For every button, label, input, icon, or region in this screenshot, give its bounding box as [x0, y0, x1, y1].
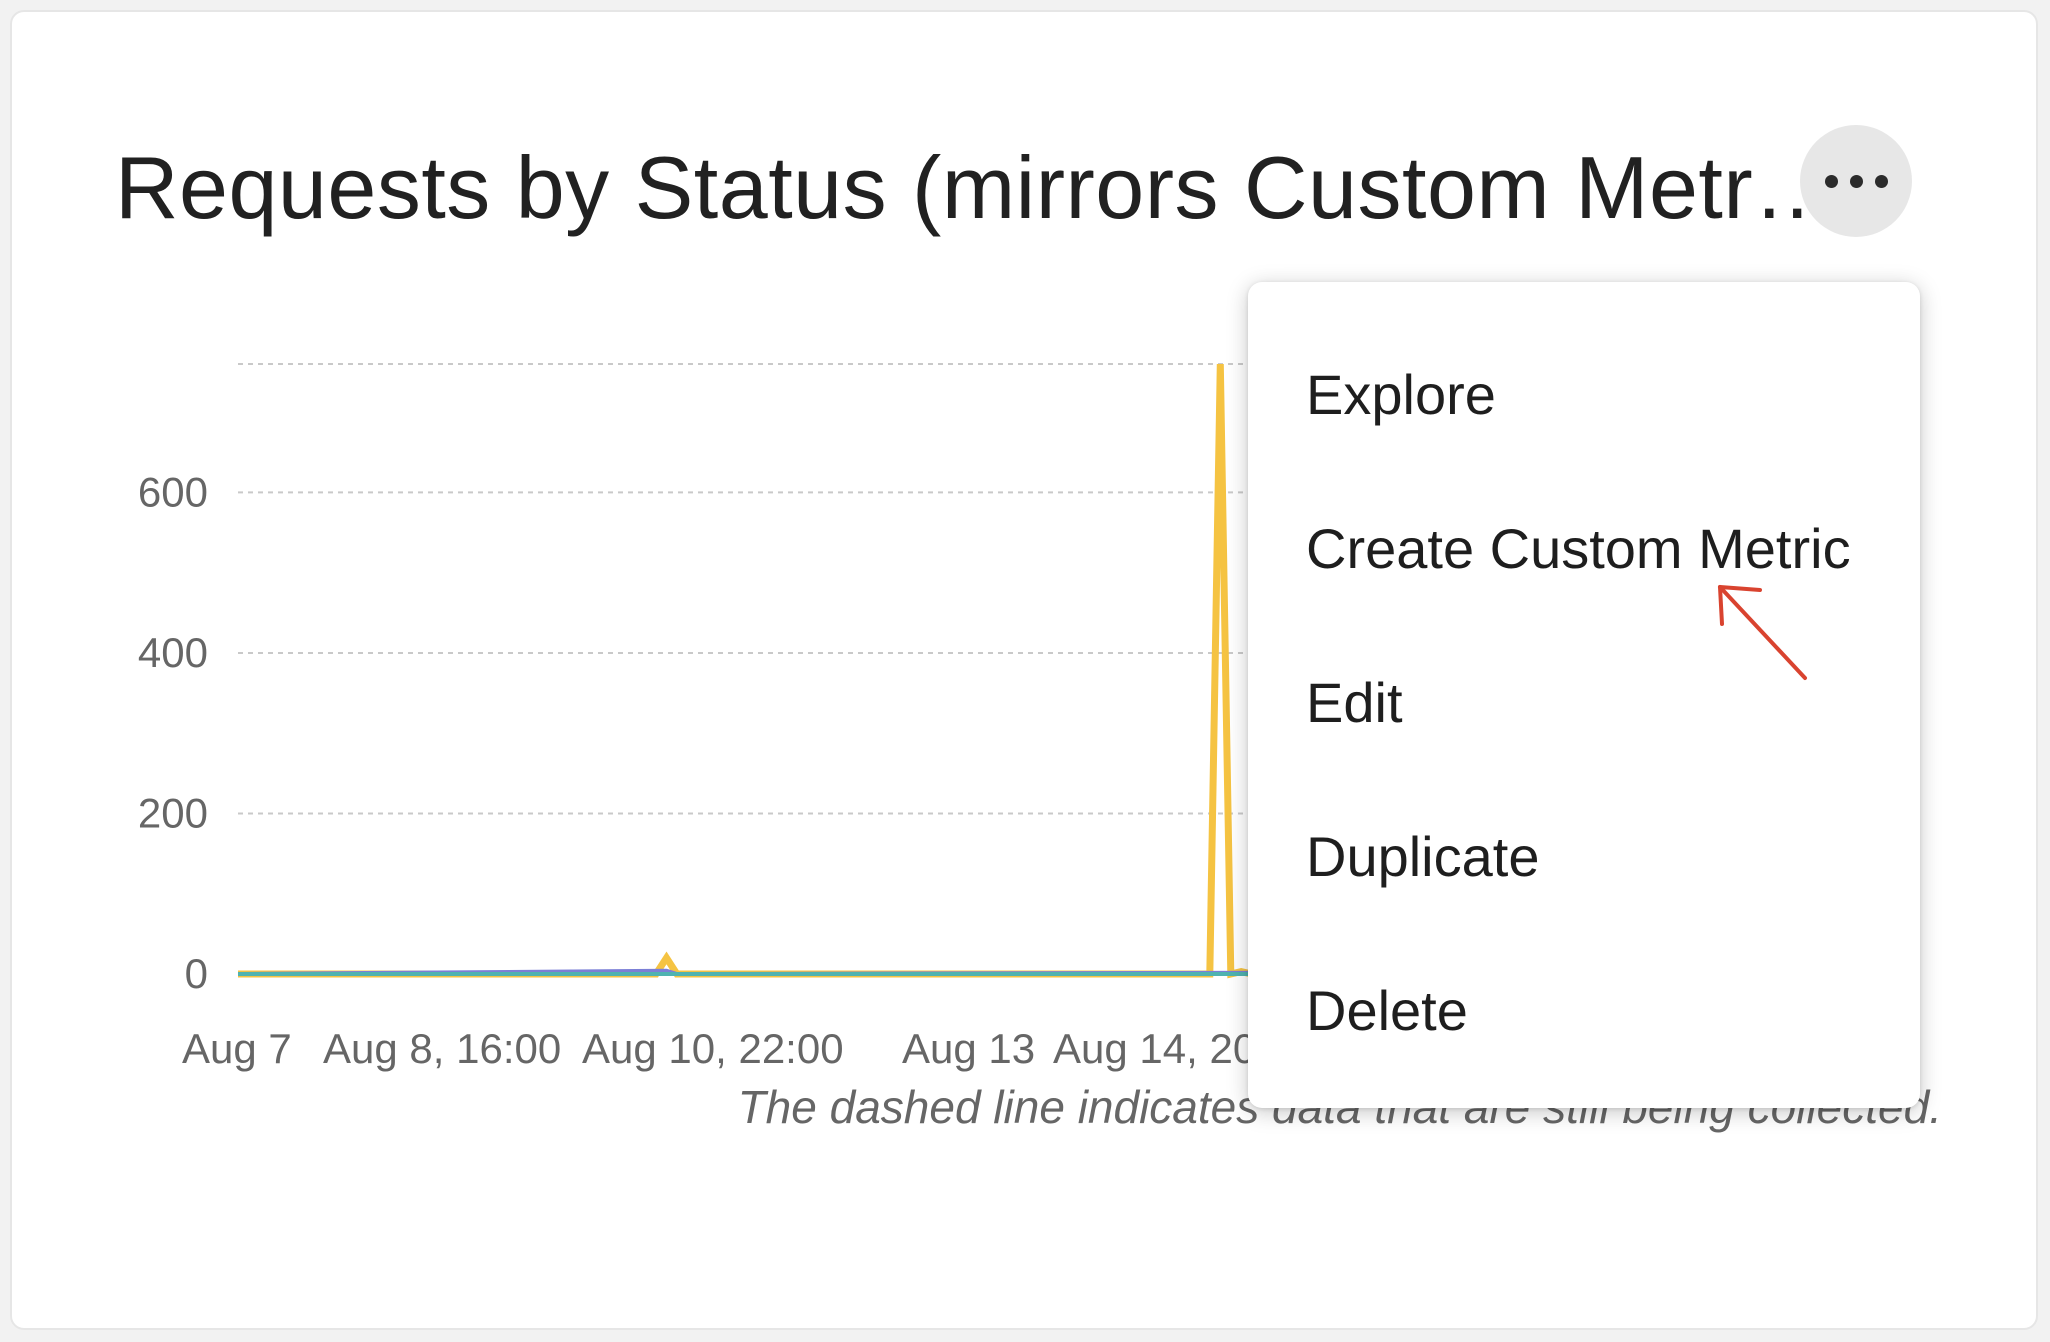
x-tick-label: Aug 13 [902, 1025, 1035, 1072]
menu-item-delete[interactable]: Delete [1306, 976, 1468, 1046]
more-options-button[interactable] [1800, 125, 1912, 237]
menu-item-explore[interactable]: Explore [1306, 360, 1496, 430]
more-horizontal-icon-dot [1874, 174, 1888, 188]
y-tick-label: 200 [138, 789, 208, 836]
options-dropdown-menu: Explore Create Custom Metric Edit Duplic… [1248, 282, 1920, 1108]
y-tick-label: 0 [185, 950, 208, 997]
more-horizontal-icon-dot [1849, 174, 1863, 188]
card-title: Requests by Status (mirrors Custom Metr… [115, 138, 1842, 237]
menu-item-edit[interactable]: Edit [1306, 668, 1403, 738]
x-tick-label: Aug 7 [182, 1025, 292, 1072]
y-tick-label: 400 [138, 629, 208, 676]
more-horizontal-icon [1824, 174, 1838, 188]
menu-item-create-custom-metric[interactable]: Create Custom Metric [1306, 514, 1851, 584]
y-tick-label: 600 [138, 468, 208, 515]
x-tick-label: Aug 10, 22:00 [582, 1025, 844, 1072]
x-tick-label: Aug 14, 20 [1053, 1025, 1256, 1072]
x-tick-label: Aug 8, 16:00 [323, 1025, 561, 1072]
menu-item-duplicate[interactable]: Duplicate [1306, 822, 1539, 892]
